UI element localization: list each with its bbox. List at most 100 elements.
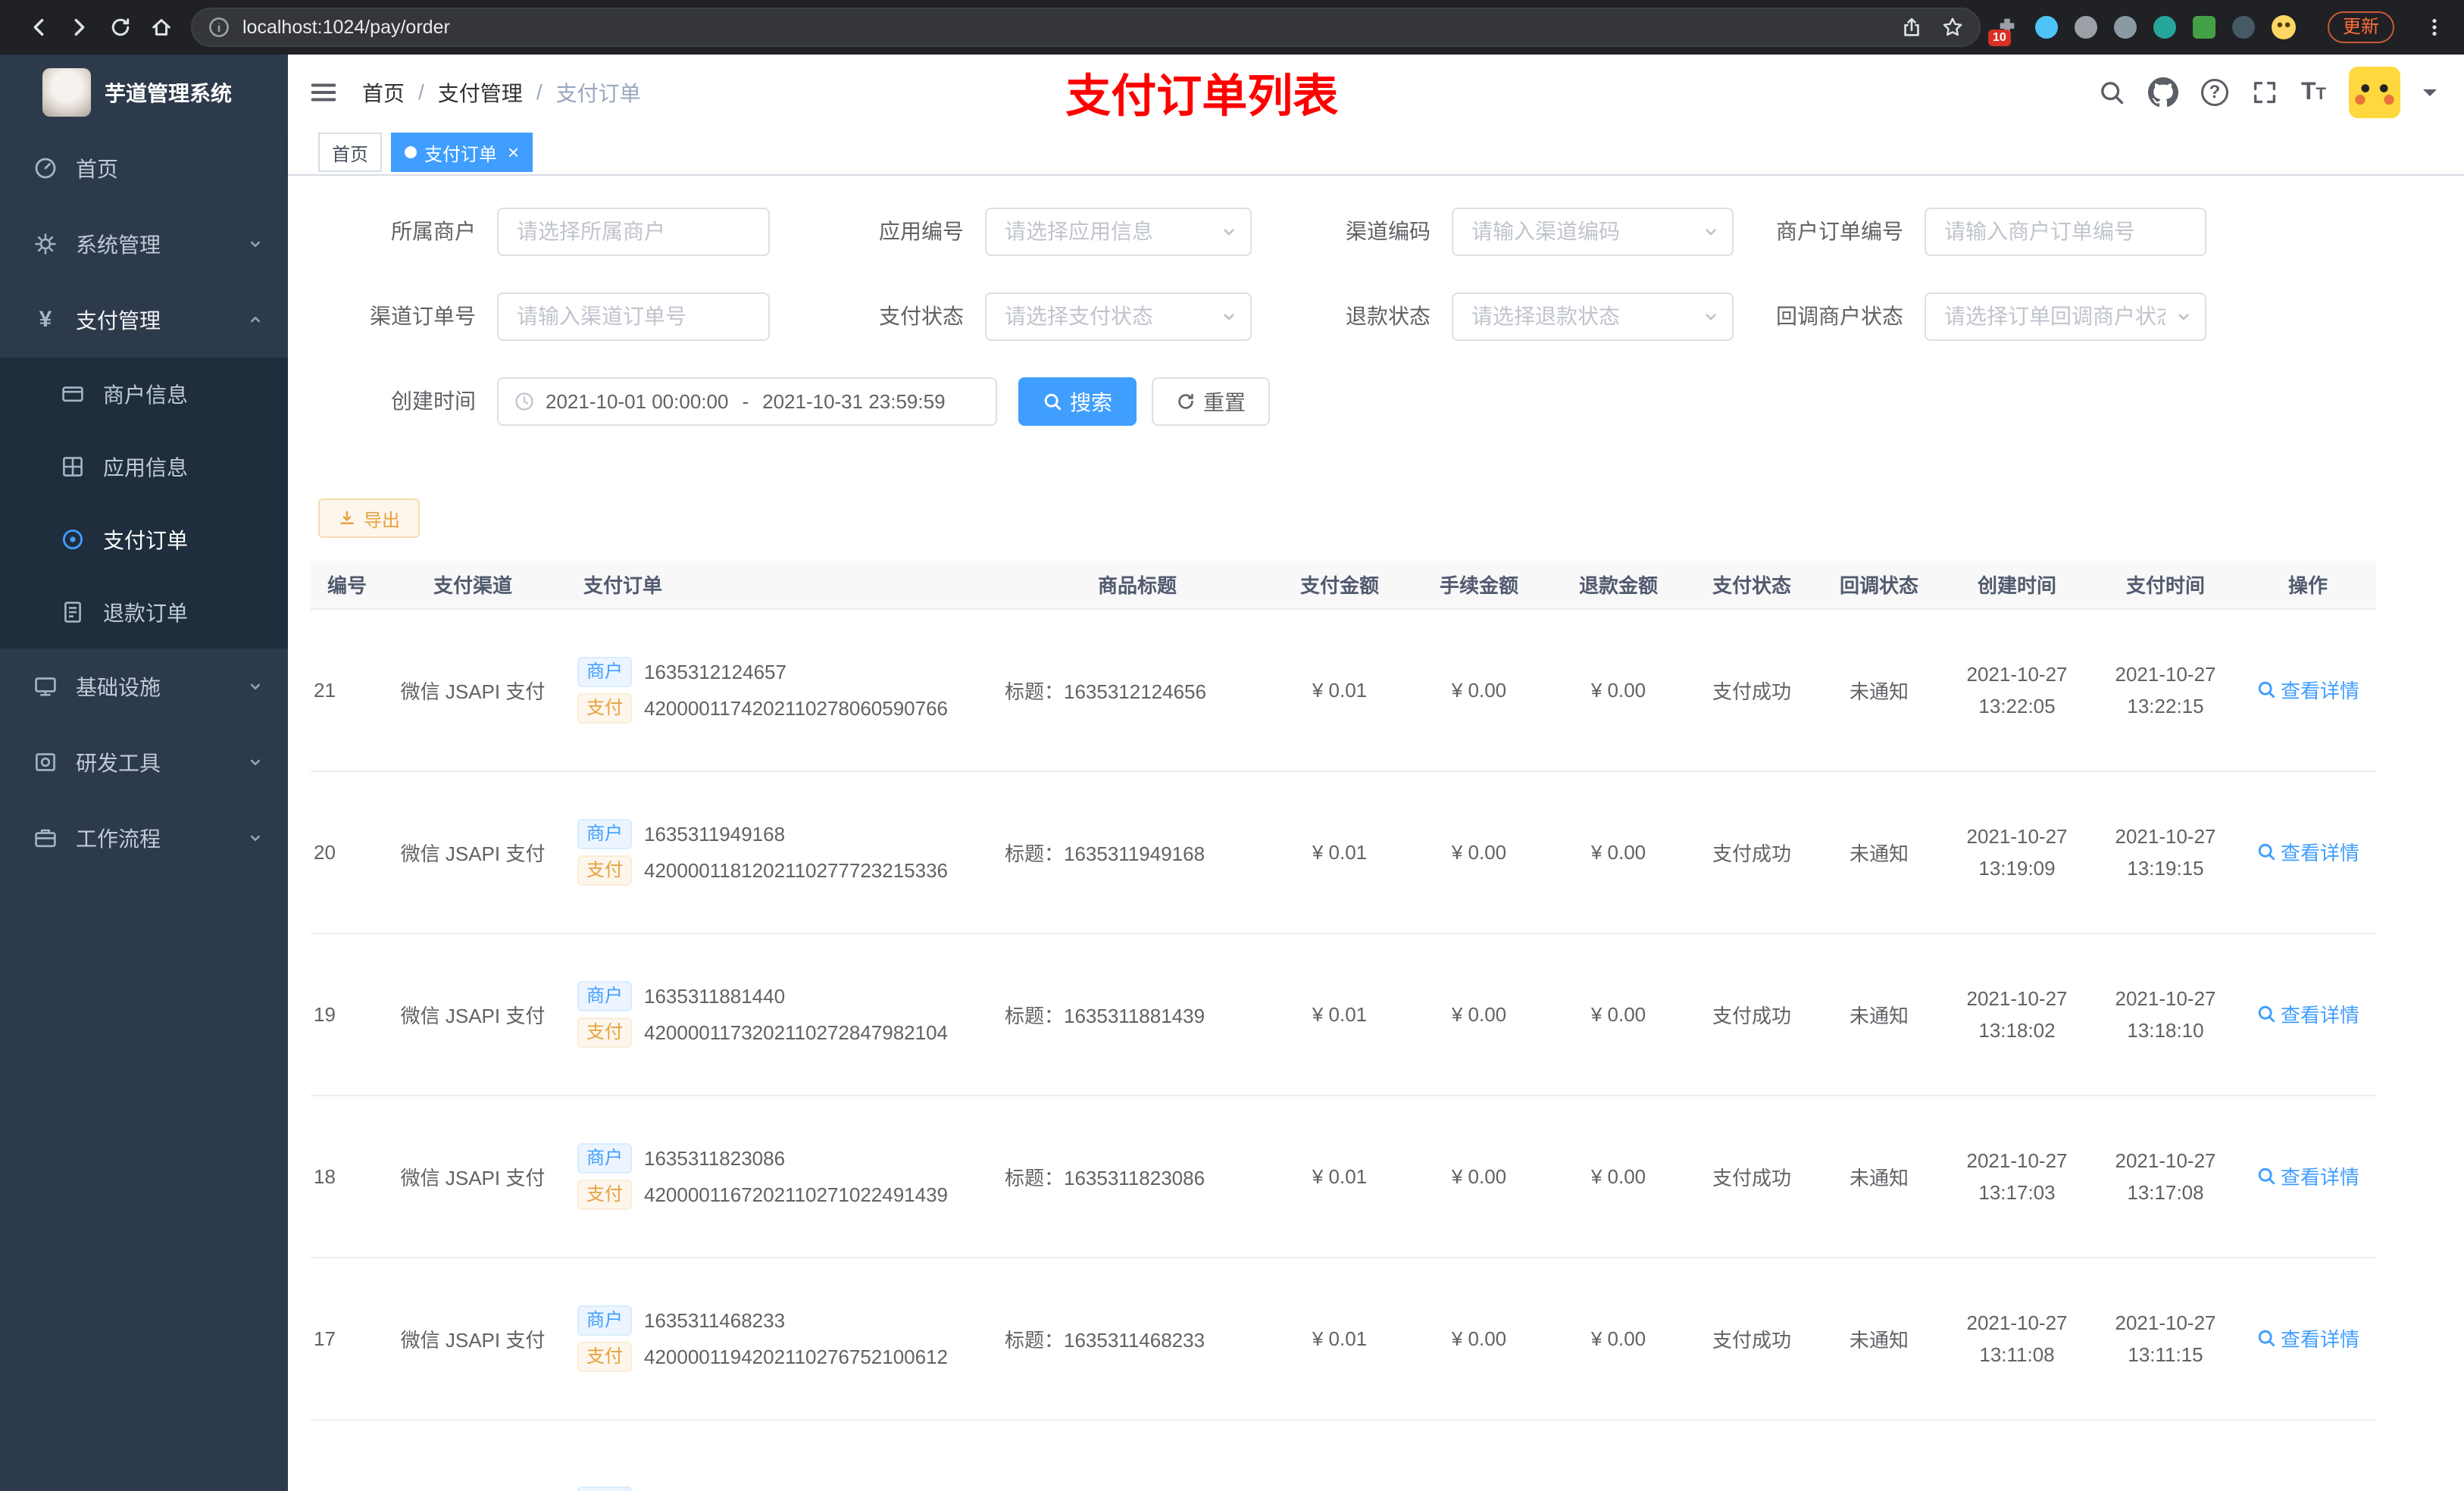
puzzle-extension-icon[interactable]: 10 [1988,16,2018,46]
sidebar-item-refund-order[interactable]: 退款订单 [0,576,288,649]
view-detail-link[interactable]: 查看详情 [2256,1162,2359,1190]
notify-status-cell: 未通知 [1815,933,1943,1096]
browser-menu-button[interactable] [2423,16,2446,39]
drop-extension-icon[interactable] [2035,16,2058,39]
kebab-menu-icon [2432,18,2437,36]
font-size-icon[interactable]: TT [2301,79,2326,106]
sidebar-collapse-button[interactable] [309,78,338,107]
extension-badge: 10 [1988,30,2011,46]
create-time-range-picker[interactable]: 2021-10-01 00:00:00 - 2021-10-31 23:59:5… [497,377,997,426]
sidebar-item-pay-order[interactable]: 支付订单 [0,503,288,576]
active-tag-dot [405,146,417,158]
search-button[interactable]: 搜索 [1018,377,1137,426]
sidebar-item-payment[interactable]: ¥ 支付管理 [0,282,288,358]
pay-status-cell: 支付成功 [1688,771,1815,934]
view-detail-link[interactable]: 查看详情 [2256,1324,2359,1352]
app-no-select[interactable] [985,208,1252,256]
export-button[interactable]: 导出 [318,499,420,538]
site-info-icon[interactable] [208,16,230,39]
order-id-cell: 17 [311,1258,383,1421]
forward-button[interactable] [59,7,100,48]
create-time-cell: 2021-10-27 13:19:09 [1943,771,2091,934]
actions-cell: 查看详情 [2240,1096,2376,1258]
pay-status-cell: 支付成功 [1688,609,1815,772]
chevron-down-icon [247,236,264,252]
home-button[interactable] [141,7,182,48]
document-icon [61,600,85,624]
share-icon[interactable] [1900,16,1923,39]
search-icon [2258,682,2275,699]
green-check-extension-icon[interactable] [2153,16,2176,39]
notify-status-cell: 未通知 [1815,1096,1943,1258]
search-icon [2258,1168,2275,1185]
search-icon [1044,393,1062,411]
pay-status-select[interactable] [985,292,1252,341]
sidebar-item-app-info[interactable]: 应用信息 [0,430,288,503]
reload-button[interactable] [100,7,141,48]
breadcrumb-home[interactable]: 首页 [362,77,405,108]
gray-extension-icon-2[interactable] [2114,16,2137,39]
refund-status-label: 退款状态 [1345,305,1431,328]
merchant-input[interactable] [497,208,770,256]
merchant-order-no-label: 商户订单编号 [1775,220,1903,243]
view-detail-link[interactable]: 查看详情 [2256,676,2359,704]
github-icon[interactable] [2148,77,2178,108]
col-pay-order: 支付订单 [562,561,1005,610]
clock-icon [514,391,535,412]
pay-channel-cell: 微信 JSAPI 支付 [383,933,562,1096]
sidebar-item-home[interactable]: 首页 [0,130,288,206]
merchant-input-field[interactable] [499,209,768,255]
bookmark-star-icon[interactable] [1941,16,1964,39]
tag-close-icon[interactable]: × [508,142,519,162]
callback-status-select[interactable] [1925,292,2206,341]
sidebar-item-workflow[interactable]: 工作流程 [0,800,288,876]
pay-time-cell: 2021-10-27 13:18:10 [2091,933,2240,1096]
create-time-cell: 2021-10-27 13:18:02 [1943,933,2091,1096]
yen-icon: ¥ [39,307,52,332]
pay-order-cell: 商户 1635311949168 支付 4200001181202110277723… [562,771,1005,934]
breadcrumb-pay-manage[interactable]: 支付管理 [438,77,523,108]
channel-code-select[interactable] [1452,208,1734,256]
order-id-cell: 20 [311,771,383,934]
sidebar-item-system[interactable]: 系统管理 [0,206,288,282]
user-avatar[interactable] [2349,67,2400,118]
view-detail-link[interactable]: 查看详情 [2256,838,2359,866]
fullscreen-icon[interactable] [2251,79,2278,106]
reset-button[interactable]: 重置 [1152,377,1271,426]
tag-pay-order[interactable]: 支付订单 × [391,133,533,172]
channel-order-no-input[interactable] [497,292,770,341]
sidebar-item-infra[interactable]: 基础设施 [0,649,288,724]
search-icon[interactable] [2098,79,2125,106]
gray-extension-icon[interactable] [2075,16,2097,39]
dark-extension-icon[interactable] [2232,16,2255,39]
chevron-up-icon [247,311,264,328]
update-button[interactable]: 更新 [2328,11,2394,43]
view-detail-link[interactable]: 查看详情 [2256,1000,2359,1028]
date-range-separator: - [742,389,749,413]
tag-home[interactable]: 首页 [318,133,382,172]
pay-amount-cell: ¥ 0.01 [1270,771,1409,934]
merchant-order-no-input[interactable] [1925,208,2206,256]
create-time-cell: 2021-10-27 13:22:05 [1943,609,2091,772]
filter-row-2: 渠道订单号 支付状态 退款状态 回调商户状态 [318,292,2464,341]
green-square-extension-icon[interactable] [2193,16,2215,39]
end-date-value[interactable]: 2021-10-31 23:59:59 [762,390,945,414]
sidebar-item-devtools[interactable]: 研发工具 [0,724,288,800]
refund-status-select[interactable] [1452,292,1734,341]
sidebar-item-merchant-info[interactable]: 商户信息 [0,358,288,430]
back-button[interactable] [18,7,59,48]
pay-badge: 支付 [577,1342,632,1372]
profile-avatar-icon[interactable] [2272,15,2296,39]
payment-submenu: 商户信息 应用信息 支付订单 退款订单 [0,358,288,649]
refund-amount-cell: ¥ 0.00 [1549,1258,1688,1421]
start-date-value[interactable]: 2021-10-01 00:00:00 [546,390,728,414]
refund-amount-cell: ¥ 0.00 [1549,933,1688,1096]
col-channel: 支付渠道 [383,561,562,610]
notify-status-cell: 未通知 [1815,1258,1943,1421]
dashboard-icon [33,156,58,180]
avatar-caret-icon[interactable] [2423,89,2437,103]
url-bar[interactable]: localhost:1024/pay/order [191,8,1981,47]
refresh-icon [1178,393,1193,409]
table-row: 19 微信 JSAPI 支付 商户 1635311881440 支付 4200001… [311,933,2376,1096]
help-icon[interactable]: ? [2201,79,2228,106]
